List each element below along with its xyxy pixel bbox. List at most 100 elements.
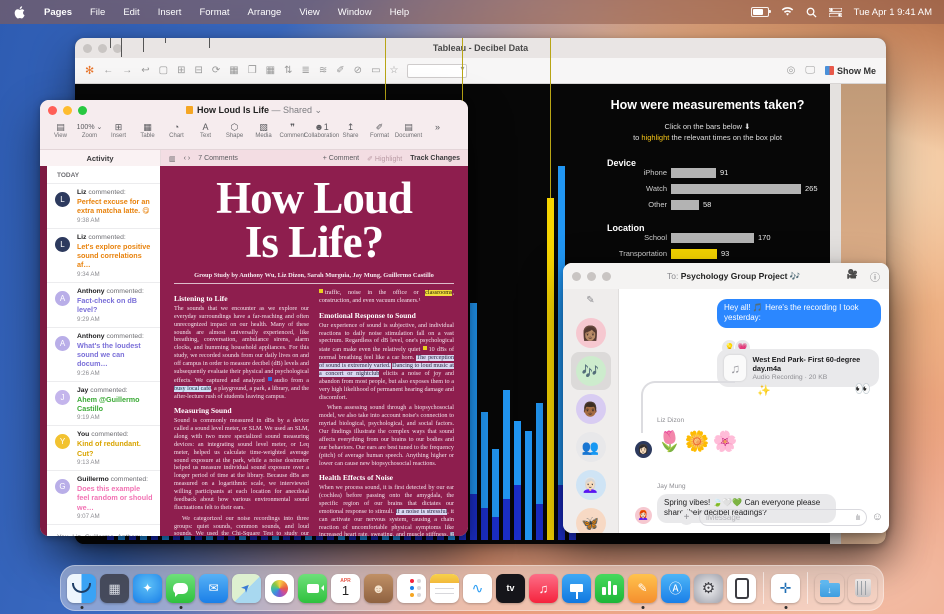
show-me-button[interactable]: Show Me — [825, 66, 876, 76]
dock-reminders-icon[interactable] — [397, 574, 426, 603]
comment-item[interactable]: AAnthony commented:Fact-check on dB leve… — [47, 283, 160, 328]
conversation-item-3[interactable]: 👥 — [571, 428, 611, 466]
comment-item[interactable]: YYou commented:Kind of redundant. Cut?9:… — [47, 426, 160, 471]
bar-watch[interactable] — [671, 184, 801, 194]
dock-calendar-icon[interactable]: APR1 — [331, 574, 360, 603]
menu-pages[interactable]: Pages — [35, 7, 81, 18]
pages-toolbar[interactable]: ▤View100% ⌄Zoom⊞Insert▦Table◔ChartAText⬡… — [40, 121, 468, 150]
highlighted-text[interactable]: classrooms — [425, 290, 452, 296]
menu-bar-clock[interactable]: Tue Apr 1 9:41 AM — [854, 7, 932, 18]
dock-downloads-icon[interactable] — [815, 574, 844, 603]
audio-message-icon[interactable]: ılıı — [855, 513, 859, 522]
tableau-toolbar-icon-1[interactable]: → — [122, 65, 132, 76]
tableau-toolbar-icon-3[interactable]: ▢ — [159, 65, 168, 76]
add-attachment-button[interactable]: + — [679, 510, 694, 525]
dock-app-store-icon[interactable]: Ⓐ — [661, 574, 690, 603]
bar-row-other[interactable]: Other58 — [585, 199, 711, 210]
bar-iphone[interactable] — [671, 168, 716, 178]
battery-icon[interactable] — [751, 7, 769, 17]
conversation-sidebar[interactable]: ✎ 👩🏽🎶👨🏾👥👩🏻‍🦳🦋 — [563, 289, 619, 533]
tableau-toolbar-icon-12[interactable]: ≋ — [319, 65, 327, 76]
dock-launchpad-icon[interactable]: ▦ — [100, 574, 129, 603]
chat-area[interactable]: Hey all! 🎵 Here's the recording I took y… — [619, 289, 889, 533]
wifi-icon[interactable] — [781, 7, 794, 17]
dock-photos-icon[interactable] — [265, 574, 294, 603]
menu-window[interactable]: Window — [329, 7, 381, 18]
comment-marker[interactable] — [423, 346, 427, 350]
comment-item[interactable]: LLiz commented:Perfect excuse for an ext… — [47, 184, 160, 229]
pages-tool-insert[interactable]: ⊞Insert — [104, 122, 133, 139]
shared-menu[interactable]: — Shared ⌄ — [271, 105, 322, 115]
track-changes-button[interactable]: Track Changes — [410, 155, 460, 162]
add-comment-button[interactable]: + Comment — [323, 155, 359, 162]
tableau-titlebar[interactable]: Tableau - Decibel Data — [75, 38, 886, 58]
close-button[interactable] — [572, 272, 581, 281]
dock-maps-icon[interactable]: ➤ — [232, 574, 261, 603]
tips-icon[interactable]: ◎ — [787, 65, 796, 76]
dock-messages-icon[interactable] — [166, 574, 195, 603]
tableau-toolbar-icon-0[interactable]: ← — [103, 65, 113, 76]
pages-tool-comment[interactable]: ❞Comment — [278, 122, 307, 139]
dock-finder-icon[interactable] — [67, 574, 96, 603]
dock-notes-icon[interactable] — [430, 574, 459, 603]
highlighted-text[interactable]: If a noise is stressful — [396, 509, 448, 515]
tableau-toolbar-icon-2[interactable]: ↩ — [141, 65, 149, 76]
search-icon[interactable] — [806, 7, 817, 18]
comment-item[interactable]: AAnthony commented:What's the loudest so… — [47, 328, 160, 382]
pages-tool-view[interactable]: ▤View — [46, 122, 75, 139]
boxplot-column[interactable] — [479, 84, 490, 540]
comments-sidebar-icon[interactable]: ▥ — [169, 155, 176, 163]
apple-menu-icon[interactable] — [14, 6, 25, 19]
dock-keynote-icon[interactable] — [562, 574, 591, 603]
bar-row-watch[interactable]: Watch265 — [585, 183, 818, 194]
highlight-button[interactable]: ✐ Highlight — [367, 155, 402, 163]
dock-safari-icon[interactable]: ✦ — [133, 574, 162, 603]
pages-tool-collaboration[interactable]: ☻1Collaboration — [307, 122, 336, 139]
bar-school[interactable] — [671, 233, 754, 243]
bar-row-iphone[interactable]: iPhone91 — [585, 167, 728, 178]
pages-tool-format[interactable]: ✐Format — [365, 122, 394, 139]
pages-tool-text[interactable]: AText — [191, 122, 220, 139]
dock[interactable]: ▦✦✉➤APR1☻∿tv♫✎Ⓐ⚙✛ — [60, 565, 884, 611]
pages-tool-document[interactable]: ▤Document — [394, 122, 423, 139]
boxplot-column[interactable] — [545, 84, 556, 540]
comment-item[interactable]: GGuillermo commented:Does this example f… — [47, 471, 160, 525]
tableau-toolbar-icon-11[interactable]: ≣ — [302, 65, 310, 76]
tableau-toolbar-icon-5[interactable]: ⊟ — [194, 65, 202, 76]
tableau-toolbar-icon-9[interactable]: ▦ — [266, 65, 275, 76]
boxplot-column[interactable] — [534, 84, 545, 540]
dock-iphone-mirroring-icon[interactable] — [727, 574, 756, 603]
comment-item[interactable]: LLiz commented:Let's explore positive so… — [47, 229, 160, 283]
menu-file[interactable]: File — [81, 7, 114, 18]
conversation-item-0[interactable]: 👩🏽 — [571, 314, 611, 352]
boxplot-column[interactable] — [512, 84, 523, 540]
pages-tool-media[interactable]: ▧Media — [249, 122, 278, 139]
dock-facetime-icon[interactable] — [298, 574, 327, 603]
menu-insert[interactable]: Insert — [149, 7, 191, 18]
tableau-toolbar-icon-16[interactable]: ☆ — [390, 65, 399, 76]
messages-titlebar[interactable]: To: Psychology Group Project 🎶 🎥 ⓘ — [563, 263, 889, 290]
boxplot-bar[interactable] — [525, 431, 532, 540]
conversation-item-4[interactable]: 👩🏻‍🦳 — [571, 466, 611, 504]
menu-help[interactable]: Help — [381, 7, 419, 18]
pages-tool-table[interactable]: ▦Table — [133, 122, 162, 139]
bar-row-transportation[interactable]: Transportation93 — [585, 248, 729, 259]
tableau-toolbar-icon-15[interactable]: ▭ — [371, 65, 380, 76]
dock-freeform-icon[interactable]: ∿ — [463, 574, 492, 603]
pages-tool-shape[interactable]: ⬡Shape — [220, 122, 249, 139]
document-page[interactable]: How LoudIs Life? Group Study by Anthony … — [160, 166, 468, 536]
dock-tv-icon[interactable]: tv — [496, 574, 525, 603]
boxplot-bar[interactable] — [547, 198, 554, 540]
boxplot-column[interactable] — [468, 84, 479, 540]
pages-tool-share[interactable]: ↥Share — [336, 122, 365, 139]
conversation-item-2[interactable]: 👨🏾 — [571, 390, 611, 428]
pages-window[interactable]: How Loud Is Life — Shared ⌄ ▤View100% ⌄Z… — [40, 100, 468, 536]
dock-pages-icon[interactable]: ✎ — [628, 574, 657, 603]
compose-icon[interactable]: ✎ — [586, 295, 594, 306]
fit-dropdown[interactable] — [407, 64, 467, 78]
emoji-picker-icon[interactable]: ☺ — [872, 511, 883, 523]
comment-item[interactable]: JJay commented:Ahem @Guillermo Castillo9… — [47, 382, 160, 427]
tableau-toolbar-icon-13[interactable]: ✐ — [336, 65, 344, 76]
eyes-sticker[interactable]: 👀 — [855, 381, 871, 397]
dock-contacts-icon[interactable]: ☻ — [364, 574, 393, 603]
